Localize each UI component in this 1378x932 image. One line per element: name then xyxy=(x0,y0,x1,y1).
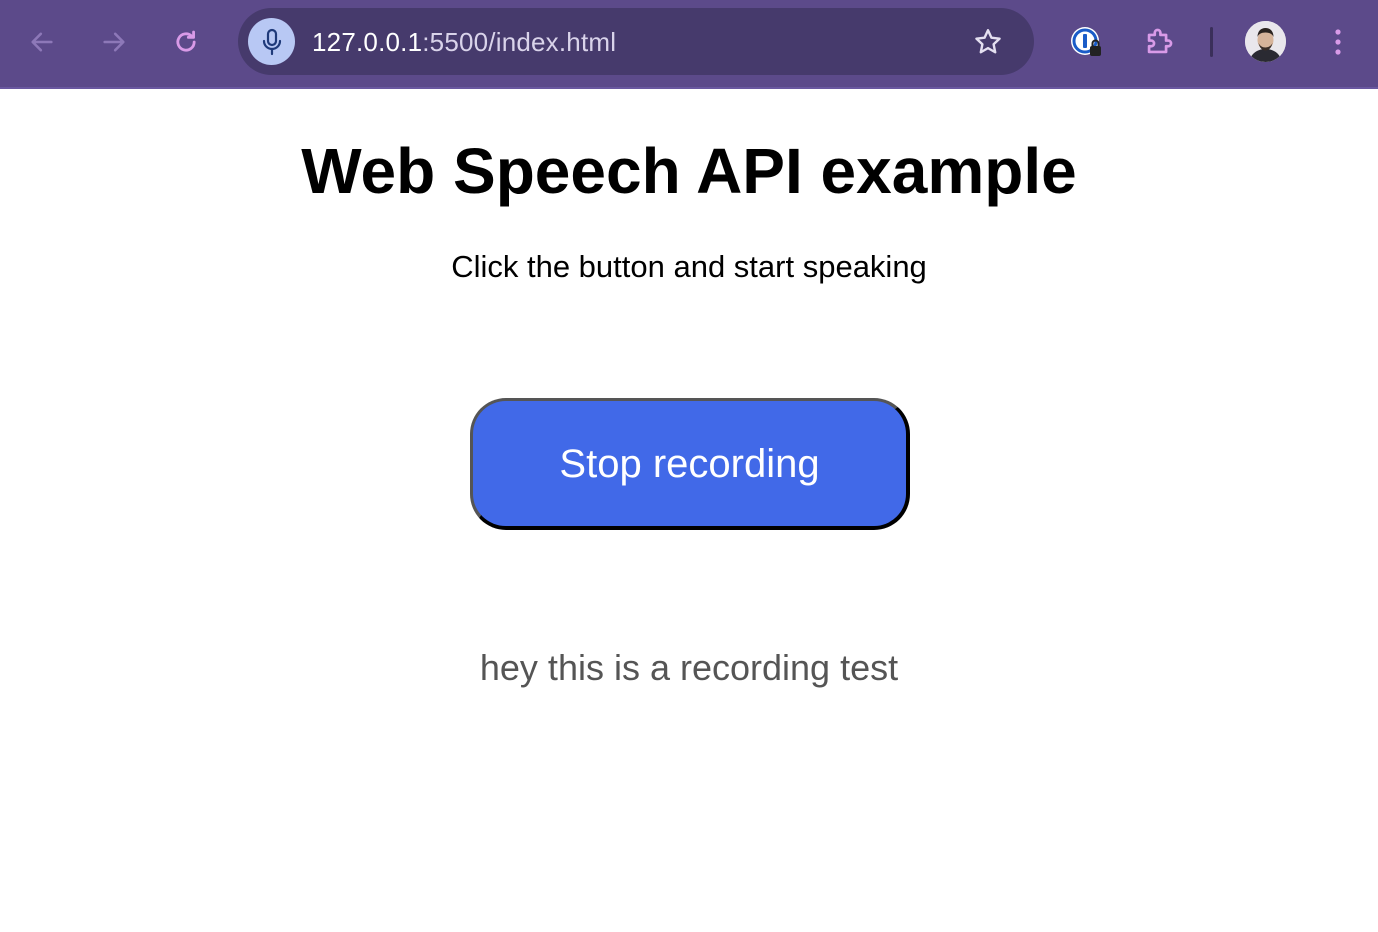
address-bar[interactable]: 127.0.0.1:5500/index.html xyxy=(238,8,1034,75)
forward-button[interactable] xyxy=(94,22,134,62)
arrow-left-icon xyxy=(31,32,53,52)
microphone-icon xyxy=(262,28,281,55)
browser-toolbar: 127.0.0.1:5500/index.html xyxy=(0,0,1378,89)
kebab-menu-icon xyxy=(1335,29,1341,55)
avatar-image xyxy=(1245,21,1286,62)
url-text[interactable]: 127.0.0.1:5500/index.html xyxy=(312,26,616,58)
page-content: Web Speech API example Click the button … xyxy=(0,89,1378,932)
password-manager-icon xyxy=(1071,27,1101,56)
star-icon xyxy=(975,29,1001,54)
password-manager-button[interactable] xyxy=(1066,22,1106,62)
transcript-text: hey this is a recording test xyxy=(479,647,899,688)
url-host: 127.0.0.1 xyxy=(312,27,423,57)
arrow-right-icon xyxy=(103,32,125,52)
bookmark-button[interactable] xyxy=(970,24,1006,60)
browser-menu-button[interactable] xyxy=(1318,22,1358,62)
puzzle-icon xyxy=(1147,28,1173,54)
stop-recording-button[interactable]: Stop recording xyxy=(470,398,910,530)
extensions-button[interactable] xyxy=(1139,22,1179,62)
reload-icon xyxy=(176,30,196,52)
microphone-indicator[interactable] xyxy=(248,18,295,65)
profile-avatar[interactable] xyxy=(1245,21,1286,62)
instructions-text: Click the button and start speaking xyxy=(451,249,927,284)
reload-button[interactable] xyxy=(166,22,206,62)
back-button[interactable] xyxy=(22,22,62,62)
page-title: Web Speech API example xyxy=(301,135,1077,207)
toolbar-divider xyxy=(1210,27,1213,57)
url-path: :5500/index.html xyxy=(422,27,617,57)
